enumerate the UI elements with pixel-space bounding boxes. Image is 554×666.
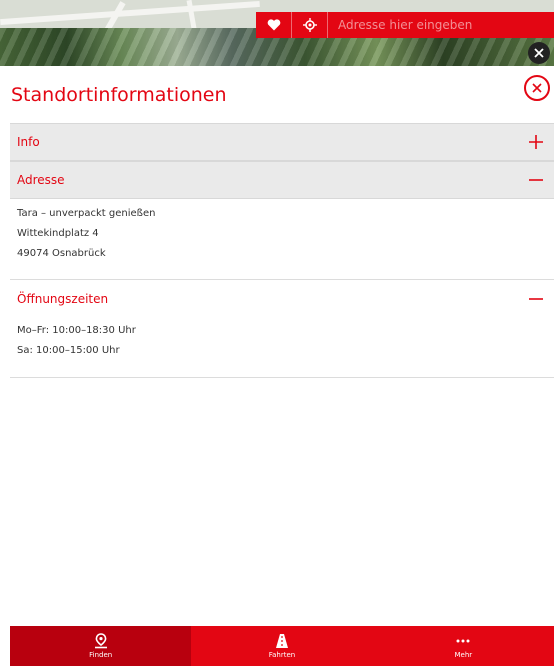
nav-item-fahrten[interactable]: Fahrten [191, 626, 372, 666]
address-search-input[interactable]: Adresse hier eingeben [328, 12, 554, 38]
close-icon [532, 83, 542, 93]
hours-saturday: Sa: 10:00–15:00 Uhr [17, 345, 120, 356]
road-icon [275, 634, 288, 648]
locate-me-button[interactable] [292, 12, 328, 38]
address-name: Tara – unverpackt genießen [17, 208, 156, 219]
address-details: Tara – unverpackt genießen Wittekindplat… [17, 204, 155, 264]
section-address-label: Adresse [17, 173, 65, 187]
nav-label-mehr: Mehr [454, 651, 473, 659]
photo-close-button[interactable] [528, 42, 550, 64]
nav-item-finden[interactable]: Finden [10, 626, 192, 666]
panel-close-button[interactable] [524, 75, 550, 101]
section-address-header[interactable]: Adresse [10, 161, 554, 199]
nav-label-fahrten: Fahrten [268, 651, 296, 659]
map-search-bar: Adresse hier eingeben [256, 12, 554, 38]
minus-icon [529, 297, 543, 300]
map-road [0, 0, 260, 26]
opening-hours: Mo–Fr: 10:00–18:30 Uhr Sa: 10:00–15:00 U… [17, 321, 136, 361]
page-title: Standortinformationen [11, 84, 227, 106]
nav-item-mehr[interactable]: Mehr [373, 626, 554, 666]
minus-icon [529, 179, 543, 181]
location-info-panel: Standortinformationen Info Adresse Tara … [0, 66, 554, 626]
section-hours-label: Öffnungszeiten [17, 291, 109, 306]
hours-weekdays: Mo–Fr: 10:00–18:30 Uhr [17, 325, 136, 336]
section-info-header[interactable]: Info [10, 123, 554, 161]
nav-label-finden: Finden [89, 651, 113, 659]
bottom-navigation: Finden Fahrten Mehr [10, 626, 554, 666]
close-icon [534, 48, 544, 58]
address-city: 49074 Osnabrück [17, 248, 106, 259]
heart-icon [267, 19, 280, 31]
map-pin-icon [94, 633, 107, 649]
section-hours-header[interactable]: Öffnungszeiten [10, 279, 554, 317]
crosshair-icon [302, 18, 317, 32]
more-dots-icon [456, 639, 470, 643]
section-info-label: Info [17, 135, 40, 149]
plus-icon [529, 135, 543, 149]
favorites-button[interactable] [256, 12, 292, 38]
address-street: Wittekindplatz 4 [17, 228, 99, 239]
divider [10, 377, 554, 378]
